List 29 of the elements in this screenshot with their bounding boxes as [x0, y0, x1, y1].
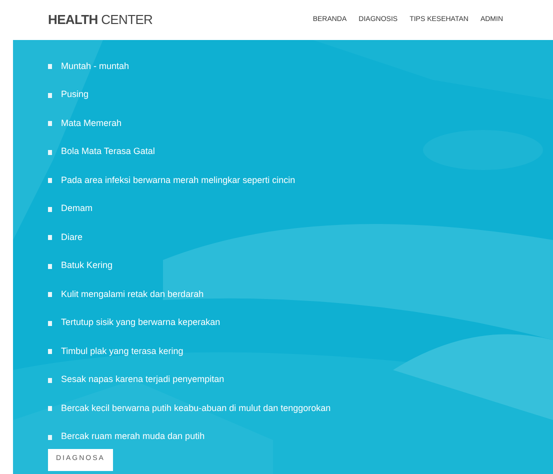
bullet-icon: [48, 235, 52, 240]
bullet-icon: [48, 264, 52, 268]
symptom-label: Kulit mengalami retak dan berdarah: [61, 288, 204, 301]
bullet-icon: [48, 178, 52, 183]
bullet-icon: [48, 320, 52, 326]
symptom-label: Bola Mata Terasa Gatal: [61, 145, 155, 158]
bullet-icon: [48, 378, 52, 382]
bullet-icon: [48, 150, 52, 154]
symptom-label: Bercak kecil berwarna putih keabu-abuan di mulut dan tenggorokan: [61, 402, 331, 415]
symptom-label: Tertutup sisik yang berwarna keperakan: [61, 316, 220, 330]
symptom-label: Demam: [61, 202, 93, 216]
bullet-icon: [48, 434, 52, 440]
symptom-label: Pusing: [61, 88, 89, 102]
symptom-label: Sesak napas karena terjadi penyempitan: [61, 373, 224, 386]
symptom-label: Muntah - muntah: [61, 60, 130, 73]
symptom-label: Batuk Kering: [61, 259, 113, 272]
symptom-label: Bercak ruam merah muda dan putih: [61, 430, 205, 444]
symptom-label: Mata Memerah: [61, 116, 122, 130]
bullet-icon: [48, 121, 52, 126]
symptom-label: Timbul plak yang terasa kering: [61, 344, 184, 358]
site-logo[interactable]: HEALTH CENTER: [48, 10, 153, 30]
bullet-icon: [48, 206, 52, 212]
bullet-icon: [48, 406, 52, 411]
bullet-icon: [48, 292, 52, 297]
bullet-icon: [48, 92, 52, 98]
bullet-icon: [48, 349, 52, 354]
symptom-label: Diare: [61, 230, 83, 244]
symptom-label: Pada area infeksi berwarna merah melingkar seperti cincin: [61, 174, 296, 187]
bullet-icon: [48, 64, 52, 69]
